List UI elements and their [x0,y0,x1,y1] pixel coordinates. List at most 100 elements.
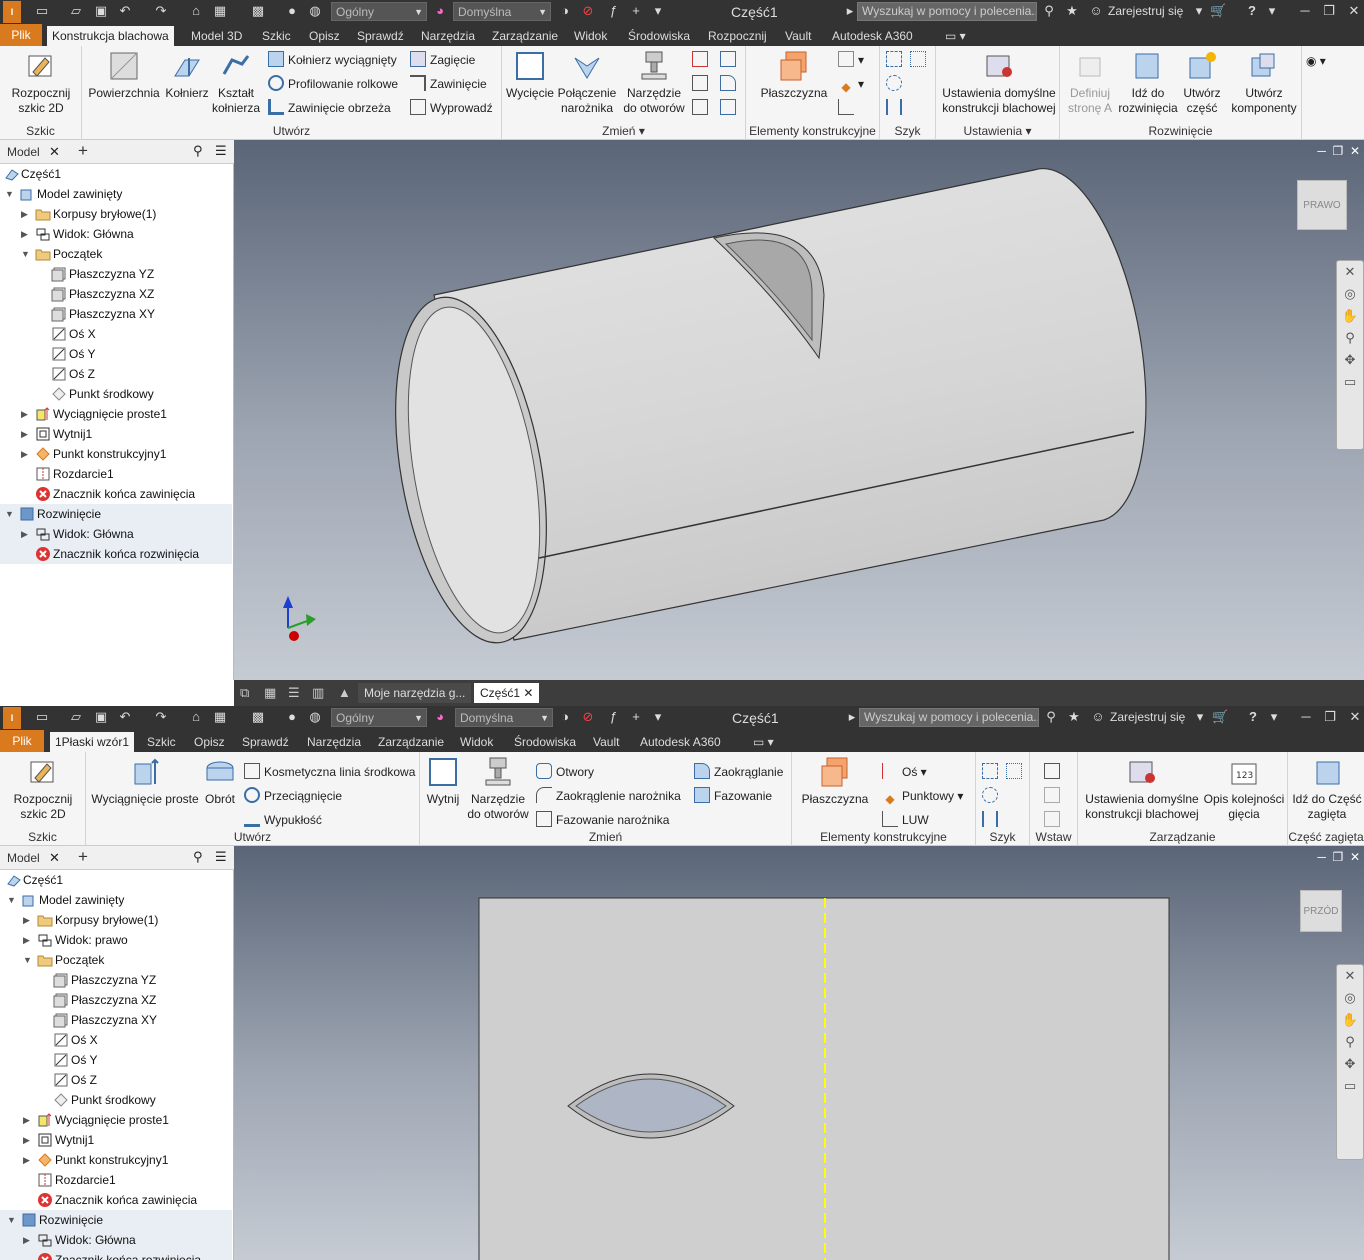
expand-icon[interactable]: ▶ [21,424,31,444]
steering-wheel-icon[interactable]: ◎ [1337,283,1363,305]
modify-tool-4-icon[interactable] [720,51,740,69]
material-icon[interactable]: ● [284,709,300,725]
plus-icon[interactable]: + [628,3,644,19]
tree-item[interactable]: Oś X [0,324,232,344]
tree-item[interactable]: ▶ Widok: Główna [0,1230,232,1250]
browser-close-icon[interactable]: ✕ [49,144,60,160]
new-file-icon[interactable]: ▭ [34,3,50,19]
point-icon[interactable]: ◆ ▾ [838,75,864,94]
help-icon[interactable]: ? [1244,3,1260,19]
tree-item[interactable]: Płaszczyzna YZ [0,970,232,990]
tree-item[interactable]: Punkt środkowy [0,384,232,404]
customize-icon[interactable]: ▾ [650,3,666,19]
vertical-tile-icon[interactable]: ▥ [312,685,324,701]
circ-pattern-icon[interactable] [886,75,906,93]
sign-in-link[interactable]: Zarejestruj się [1110,710,1185,724]
tab-sketch[interactable]: Szkic [257,26,296,46]
tree-item[interactable]: Część1 [0,164,232,184]
create-components-button[interactable]: Utwórz komponenty [1226,50,1302,116]
modify-tool-5-icon[interactable] [720,75,740,93]
tab-get-started[interactable]: Rozpocznij [703,26,772,46]
browser-add-icon[interactable]: + [78,847,88,867]
view-cube[interactable]: PRZÓD [1300,890,1342,932]
tab-inspect[interactable]: Sprawdź [237,732,294,752]
expand-icon[interactable]: ▶ [21,444,31,464]
bend-button[interactable]: Zawinięcie [410,75,487,93]
plus-icon[interactable]: + [628,709,644,725]
panel-modify-label[interactable]: Zmień ▾ [502,124,745,138]
insert-object-icon[interactable] [1044,763,1064,781]
appearance-select[interactable]: Domyślna ▼ [453,2,551,21]
pattern-2-icon[interactable] [1006,763,1026,781]
expand-icon[interactable]: ▶ [23,1150,33,1170]
tree-item[interactable]: Znacznik końca rozwinięcia [0,544,232,564]
open-icon[interactable]: ▱ [68,3,84,19]
corner-seam-button[interactable]: Połączenie narożnika [556,50,618,116]
inventor-logo[interactable]: I [3,1,21,23]
go-to-folded-button[interactable]: Idź do Część zagięta [1290,756,1364,822]
expand-icon[interactable]: ▶ [21,404,31,424]
tree-item[interactable]: Oś Z [0,1070,232,1090]
tree-item[interactable]: ▶ Wyciągnięcie proste1 [0,1110,232,1130]
collapse-icon[interactable]: ▼ [7,890,17,910]
restore-icon[interactable]: ❐ [1322,709,1338,725]
collapse-icon[interactable]: ▼ [5,184,15,204]
tab-file[interactable]: Plik [0,730,44,752]
tab-sketch[interactable]: Szkic [142,732,181,752]
browser-close-icon[interactable]: ✕ [49,850,60,866]
signin-dropdown-icon[interactable]: ▾ [1191,3,1207,19]
cut-button[interactable]: Wycięcie [504,50,556,101]
tree-item[interactable]: Płaszczyzna XZ [0,990,232,1010]
tree-item[interactable]: Rozdarcie1 [0,1170,232,1190]
tree-item[interactable]: ▼ Początek [0,950,232,970]
user-icon[interactable]: ☺ [1088,3,1104,19]
collapse-icon[interactable]: ▼ [23,950,33,970]
signin-dropdown-icon[interactable]: ▾ [1192,709,1208,725]
tree-item[interactable]: Znacznik końca rozwinięcia [0,1250,232,1260]
star-icon[interactable]: ★ [1064,3,1080,19]
tab-tools[interactable]: Narzędzia [416,26,480,46]
tab-annotate[interactable]: Opisz [189,732,230,752]
tree-item[interactable]: ▼ Początek [0,244,232,264]
expand-icon[interactable]: ▶ [23,1110,33,1130]
contour-flange-button[interactable]: Kształt kołnierza [210,50,262,116]
binoculars-icon[interactable]: ⚲ [1043,709,1059,725]
mirror-icon[interactable] [886,99,906,117]
cut-button[interactable]: Wytnij [424,756,462,807]
pan-icon[interactable]: ✋ [1337,305,1363,327]
look-at-icon[interactable]: ▭ [1337,371,1363,393]
orbit-icon[interactable]: ✥ [1337,349,1363,371]
pattern-2-icon[interactable] [910,51,930,69]
tree-item[interactable]: ▼ Model zawinięty [0,184,232,204]
collapse-icon[interactable]: ▼ [7,1210,17,1230]
tab-tools[interactable]: Narzędzia [302,732,366,752]
tree-item[interactable]: ▶ Wyciągnięcie proste1 [0,404,232,424]
plane-button[interactable]: Płaszczyzna [800,756,870,807]
ribbon-extra-dropdown-icon[interactable]: ◉ ▾ [1306,52,1326,70]
browser-search-icon[interactable]: ⚲ [193,143,203,159]
flange-button[interactable]: Kołnierz [164,50,210,101]
plane-button[interactable]: Płaszczyzna [760,50,828,101]
tab-manage[interactable]: Zarządzanie [487,26,563,46]
color-icon[interactable]: ◕ [432,3,448,19]
tab-environments[interactable]: Środowiska [623,26,695,46]
zoom-icon[interactable]: ⚲ [1337,1031,1363,1053]
view-cube[interactable]: PRAWO [1297,180,1347,230]
expand-icon[interactable]: ▶ [23,1130,33,1150]
revolve-button[interactable]: Obrót [200,756,240,807]
nav-close-icon[interactable]: ✕ [1337,965,1363,987]
tree-item[interactable]: Płaszczyzna XZ [0,284,232,304]
tab-flat-pattern[interactable]: 1Płaski wzór1 [50,732,135,752]
tree-item[interactable]: Oś Z [0,364,232,384]
select-icon[interactable]: ▩ [250,709,266,725]
tab-a360[interactable]: Autodesk A360 [827,26,918,46]
nav-close-icon[interactable]: ✕ [1337,261,1363,283]
rect-pattern-icon[interactable] [982,763,1002,781]
close-icon[interactable]: ✕ [1347,709,1363,725]
expand-icon[interactable]: ▶ [21,224,31,244]
orbit-icon[interactable]: ✥ [1337,1053,1363,1075]
help-dropdown-icon[interactable]: ▾ [1266,709,1282,725]
close-icon[interactable]: ✕ [1346,3,1362,19]
extruded-flange-button[interactable]: Kołnierz wyciągnięty [268,51,397,69]
new-file-icon[interactable]: ▭ [34,709,50,725]
